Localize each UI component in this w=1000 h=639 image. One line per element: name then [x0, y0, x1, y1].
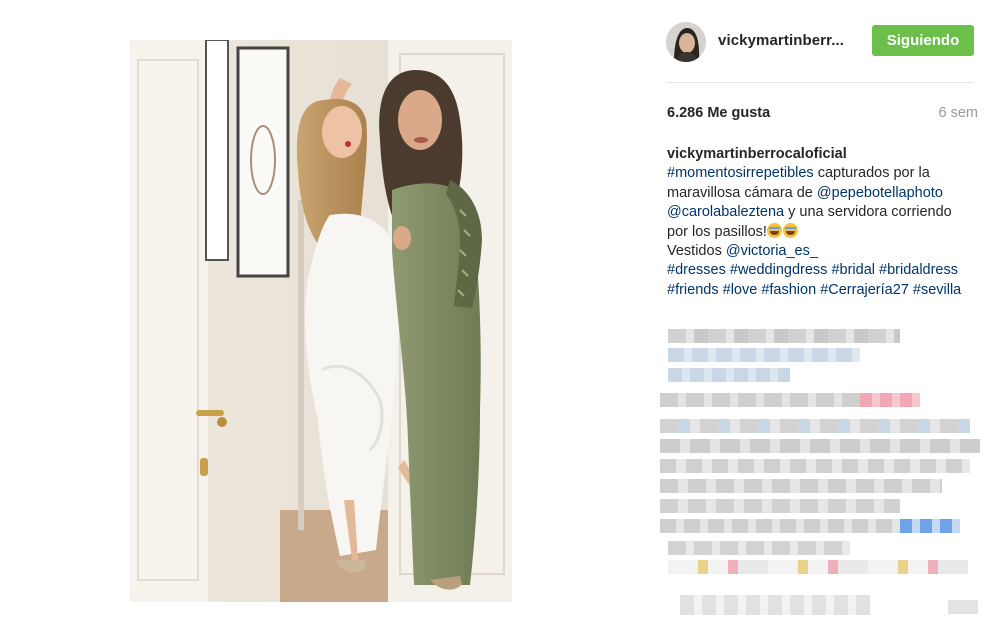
hashtag-link[interactable]: #bridaldress [879, 262, 958, 278]
hashtag-link[interactable]: #momentosirrepetibles [667, 165, 814, 181]
pixelated-comment-line [680, 595, 870, 615]
pixelated-comment-line [660, 419, 970, 433]
pixelated-comment-line [668, 541, 850, 555]
pixelated-comment-line [660, 439, 980, 453]
likes-count[interactable]: 6.286 Me gusta [667, 105, 770, 121]
pixelated-comment-line [668, 368, 790, 382]
mention-link[interactable]: @victoria_es_ [726, 243, 818, 259]
pixelated-comment-line [660, 499, 900, 513]
post-time[interactable]: 6 sem [939, 105, 979, 121]
hashtag-link[interactable]: #friends [667, 282, 719, 298]
hashtag-link[interactable]: #love [723, 282, 758, 298]
hashtag-link[interactable]: #weddingdress [730, 262, 828, 278]
pixelated-comment-line [668, 329, 900, 343]
header-divider [666, 82, 974, 83]
pixelated-comment-line [668, 560, 968, 574]
post-header: vickymartinberr... Siguiendo [666, 20, 976, 64]
pixelated-comment-line [900, 519, 960, 533]
photo-illustration [130, 40, 512, 602]
post-caption: vickymartinberrocaloficial #momentosirre… [667, 145, 975, 300]
face-with-tears-of-joy-icon [766, 222, 782, 238]
caption-username[interactable]: vickymartinberrocaloficial [667, 146, 847, 162]
pixelated-comment-line [660, 459, 970, 473]
pixelated-comment-line [660, 393, 860, 407]
pixelated-comment-line [668, 348, 860, 362]
caption-text: Vestidos [667, 243, 726, 260]
mention-link[interactable]: @carolabaleztena [667, 204, 784, 220]
pixelated-comment-line [948, 600, 978, 614]
face-with-tears-of-joy-icon [782, 222, 798, 238]
pixelated-comment-line [660, 519, 900, 533]
following-button[interactable]: Siguiendo [872, 25, 974, 56]
pixelated-comment-line [860, 393, 920, 407]
avatar[interactable] [666, 22, 706, 62]
hashtag-link[interactable]: #sevilla [913, 282, 961, 298]
avatar-image [666, 22, 706, 62]
hashtag-link[interactable]: #dresses [667, 262, 726, 278]
pixelated-comment-line [660, 479, 942, 493]
comments-section-pixelated [660, 325, 980, 625]
username-link[interactable]: vickymartinberr... [718, 32, 844, 49]
hashtag-link[interactable]: #bridal [831, 262, 875, 278]
post-photo[interactable] [130, 40, 512, 602]
hashtag-link[interactable]: #Cerrajería27 [820, 282, 909, 298]
hashtag-link[interactable]: #fashion [761, 282, 816, 298]
mention-link[interactable]: @pepebotellaphoto [817, 185, 943, 201]
